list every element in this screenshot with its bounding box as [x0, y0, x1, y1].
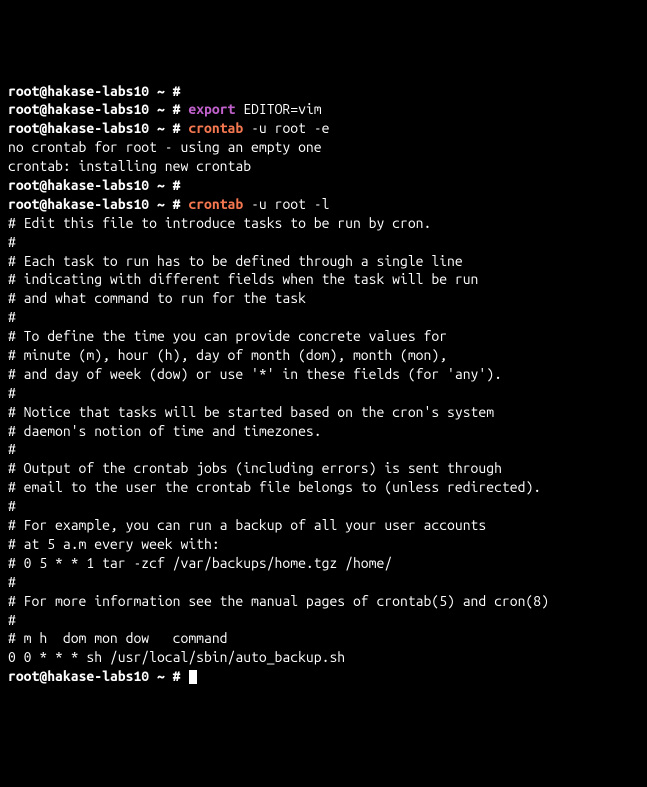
- prompt-path: ~: [157, 83, 165, 99]
- terminal-line: #: [8, 497, 639, 516]
- terminal-line: root@hakase-labs10 ~ # export EDITOR=vim: [8, 100, 639, 119]
- prompt-symbol: #: [173, 83, 181, 99]
- terminal-line: # Notice that tasks will be started base…: [8, 403, 639, 422]
- terminal-line: 0 0 * * * sh /usr/local/sbin/auto_backup…: [8, 648, 639, 667]
- prompt-host: hakase-labs10: [47, 668, 149, 684]
- cmd-export: export: [188, 101, 243, 117]
- terminal-line: crontab: installing new crontab: [8, 157, 639, 176]
- terminal-line: # indicating with different fields when …: [8, 270, 639, 289]
- output-text: crontab: installing new crontab: [8, 158, 251, 174]
- output-text: # For example, you can run a backup of a…: [8, 517, 486, 533]
- prompt-symbol: #: [173, 101, 181, 117]
- cmd-text: -u root -l: [251, 196, 329, 212]
- terminal-line: # Edit this file to introduce tasks to b…: [8, 214, 639, 233]
- terminal-line: #: [8, 573, 639, 592]
- output-text: # To define the time you can provide con…: [8, 328, 447, 344]
- terminal-line: # For example, you can run a backup of a…: [8, 516, 639, 535]
- prompt-user: root: [8, 668, 39, 684]
- output-text: # indicating with different fields when …: [8, 271, 478, 287]
- prompt-host: hakase-labs10: [47, 196, 149, 212]
- terminal-line: # To define the time you can provide con…: [8, 327, 639, 346]
- prompt-host: hakase-labs10: [47, 83, 149, 99]
- output-text: #: [8, 385, 16, 401]
- output-text: # email to the user the crontab file bel…: [8, 479, 541, 495]
- prompt-symbol: #: [173, 668, 181, 684]
- terminal-line: root@hakase-labs10 ~ #: [8, 667, 639, 686]
- prompt-user: root: [8, 120, 39, 136]
- output-text: #: [8, 234, 16, 250]
- terminal-line: # and day of week (dow) or use '*' in th…: [8, 365, 639, 384]
- output-text: #: [8, 574, 16, 590]
- output-text: # Each task to run has to be defined thr…: [8, 253, 463, 269]
- terminal-line: # m h dom mon dow command: [8, 629, 639, 648]
- cmd-text: -u root -e: [251, 120, 329, 136]
- prompt-path: ~: [157, 196, 165, 212]
- prompt-user: root: [8, 83, 39, 99]
- terminal-line: root@hakase-labs10 ~ # crontab -u root -…: [8, 119, 639, 138]
- terminal-output[interactable]: root@hakase-labs10 ~ # root@hakase-labs1…: [8, 82, 639, 687]
- terminal-line: #: [8, 308, 639, 327]
- terminal-line: #: [8, 440, 639, 459]
- output-text: # daemon's notion of time and timezones.: [8, 423, 322, 439]
- prompt-at: @: [39, 668, 47, 684]
- terminal-line: # 0 5 * * 1 tar -zcf /var/backups/home.t…: [8, 554, 639, 573]
- terminal-line: # daemon's notion of time and timezones.: [8, 422, 639, 441]
- prompt-symbol: #: [173, 196, 181, 212]
- output-text: # minute (m), hour (h), day of month (do…: [8, 347, 447, 363]
- output-text: #: [8, 612, 16, 628]
- prompt-path: ~: [157, 177, 165, 193]
- output-text: # For more information see the manual pa…: [8, 593, 549, 609]
- terminal-line: #: [8, 611, 639, 630]
- terminal-line: #: [8, 384, 639, 403]
- output-text: # Notice that tasks will be started base…: [8, 404, 494, 420]
- output-text: # m h dom mon dow command: [8, 630, 228, 646]
- output-text: #: [8, 441, 16, 457]
- output-text: # at 5 a.m every week with:: [8, 536, 220, 552]
- terminal-line: # Each task to run has to be defined thr…: [8, 252, 639, 271]
- terminal-line: #: [8, 233, 639, 252]
- terminal-line: # at 5 a.m every week with:: [8, 535, 639, 554]
- prompt-host: hakase-labs10: [47, 177, 149, 193]
- output-text: # and what command to run for the task: [8, 290, 306, 306]
- output-text: # 0 5 * * 1 tar -zcf /var/backups/home.t…: [8, 555, 392, 571]
- terminal-line: root@hakase-labs10 ~ #: [8, 176, 639, 195]
- cmd-text: EDITOR=vim: [243, 101, 321, 117]
- output-text: # Edit this file to introduce tasks to b…: [8, 215, 431, 231]
- terminal-line: # Output of the crontab jobs (including …: [8, 459, 639, 478]
- output-text: no crontab for root - using an empty one: [8, 139, 322, 155]
- prompt-symbol: #: [173, 120, 181, 136]
- prompt-user: root: [8, 196, 39, 212]
- terminal-line: # email to the user the crontab file bel…: [8, 478, 639, 497]
- terminal-line: # minute (m), hour (h), day of month (do…: [8, 346, 639, 365]
- prompt-host: hakase-labs10: [47, 101, 149, 117]
- output-text: # and day of week (dow) or use '*' in th…: [8, 366, 502, 382]
- output-text: 0 0 * * * sh /usr/local/sbin/auto_backup…: [8, 649, 345, 665]
- prompt-path: ~: [157, 101, 165, 117]
- prompt-symbol: #: [173, 177, 181, 193]
- terminal-line: # and what command to run for the task: [8, 289, 639, 308]
- cmd-crontab: crontab: [188, 196, 251, 212]
- prompt-host: hakase-labs10: [47, 120, 149, 136]
- terminal-line: root@hakase-labs10 ~ #: [8, 82, 639, 101]
- prompt-path: ~: [157, 120, 165, 136]
- output-text: # Output of the crontab jobs (including …: [8, 460, 502, 476]
- cmd-crontab: crontab: [188, 120, 251, 136]
- prompt-path: ~: [157, 668, 165, 684]
- cursor: [189, 670, 197, 684]
- prompt-user: root: [8, 101, 39, 117]
- prompt-user: root: [8, 177, 39, 193]
- terminal-line: no crontab for root - using an empty one: [8, 138, 639, 157]
- output-text: #: [8, 309, 16, 325]
- output-text: #: [8, 498, 16, 514]
- terminal-line: # For more information see the manual pa…: [8, 592, 639, 611]
- terminal-line: root@hakase-labs10 ~ # crontab -u root -…: [8, 195, 639, 214]
